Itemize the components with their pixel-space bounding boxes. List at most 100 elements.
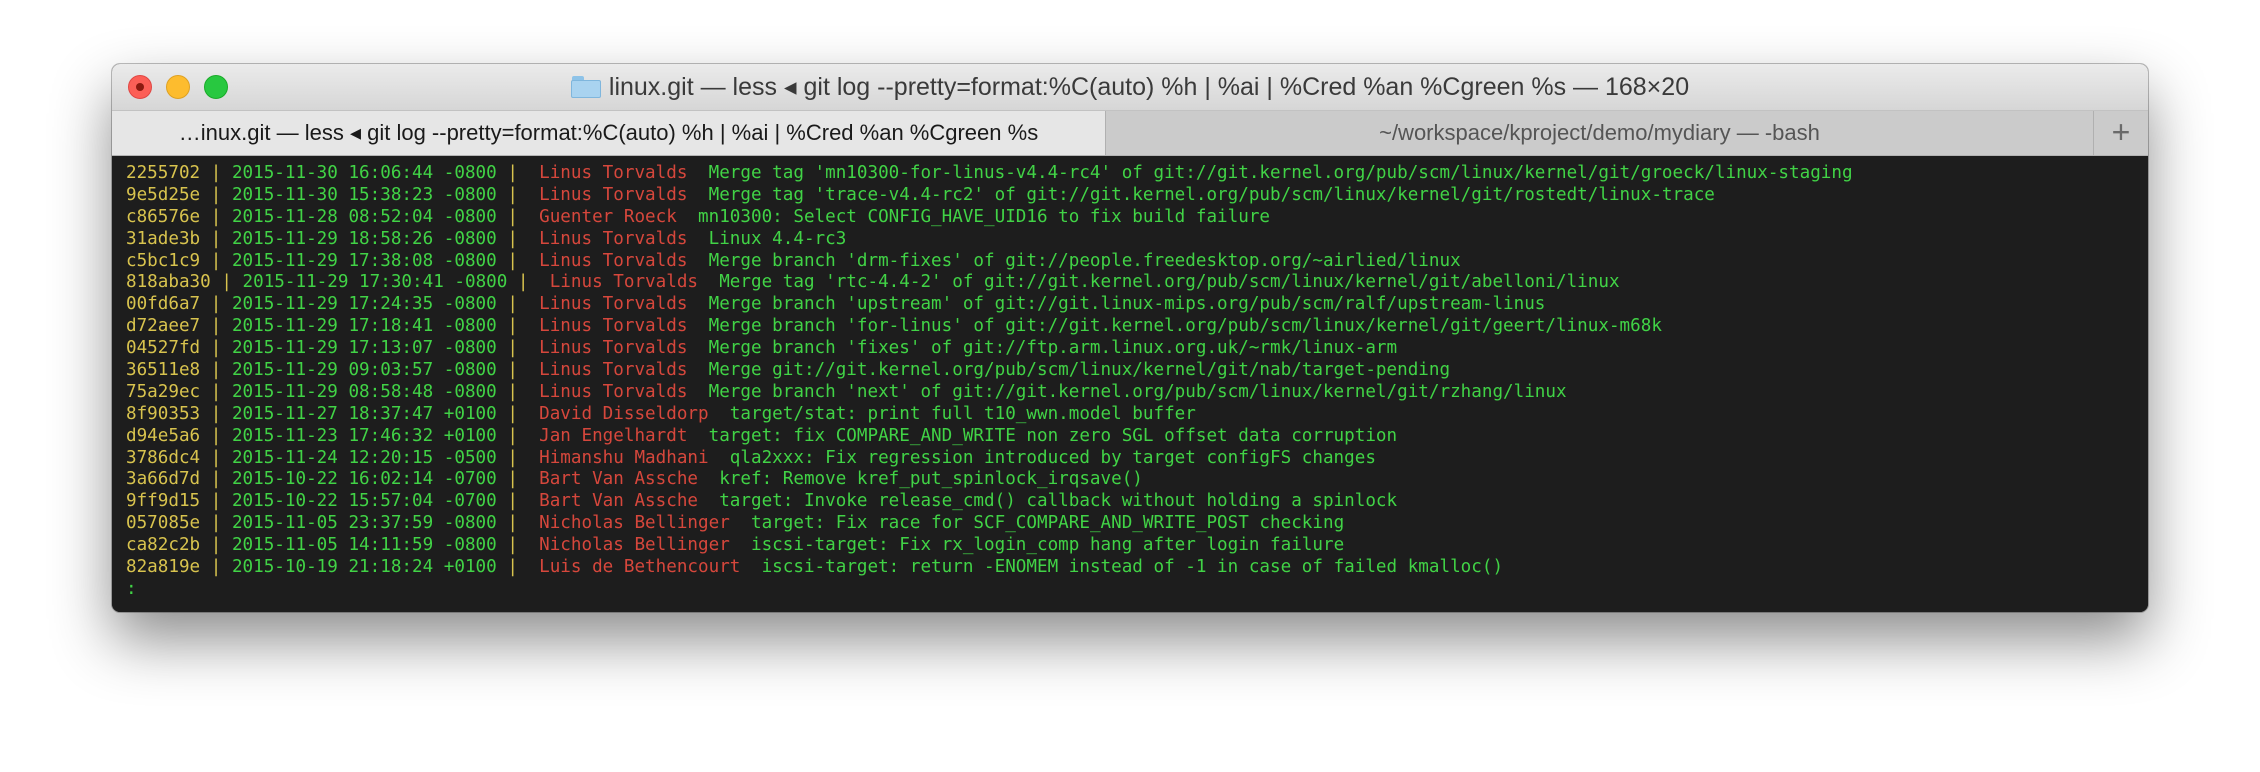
commit-date: 2015-11-27 18:37:47 +0100 bbox=[231, 403, 497, 424]
field-separator bbox=[709, 404, 730, 424]
commit-date: 2015-11-29 17:24:35 -0800 bbox=[231, 294, 497, 315]
log-line: 36511e8 | 2015-11-29 09:03:57 -0800 | Li… bbox=[126, 360, 2148, 382]
field-separator: | bbox=[496, 228, 540, 249]
window-title: linux.git — less ◂ git log --pretty=form… bbox=[112, 74, 2148, 100]
commit-hash: 00fd6a7 bbox=[126, 294, 201, 315]
field-separator bbox=[687, 338, 708, 358]
log-line: 818aba30 | 2015-11-29 17:30:41 -0800 | L… bbox=[126, 272, 2148, 294]
commit-date: 2015-10-19 21:18:24 +0100 bbox=[231, 557, 497, 578]
field-separator: | bbox=[200, 206, 232, 227]
commit-author: Guenter Roeck bbox=[539, 206, 677, 227]
commit-date: 2015-11-29 08:58:48 -0800 bbox=[231, 381, 497, 402]
field-separator bbox=[687, 163, 708, 183]
log-line: 3a66d7d | 2015-10-22 16:02:14 -0700 | Ba… bbox=[126, 469, 2148, 491]
commit-hash: 82a819e bbox=[126, 557, 201, 578]
field-separator: | bbox=[200, 294, 232, 315]
field-separator: | bbox=[496, 184, 540, 205]
tab-bash-mydiary[interactable]: ~/workspace/kproject/demo/mydiary — -bas… bbox=[1106, 111, 2094, 155]
commit-author: Linus Torvalds bbox=[539, 360, 688, 381]
field-separator: | bbox=[496, 447, 540, 468]
commit-hash: ca82c2b bbox=[126, 535, 201, 556]
field-separator: | bbox=[200, 381, 232, 402]
terminal-output[interactable]: 2255702 | 2015-11-30 16:06:44 -0800 | Li… bbox=[112, 156, 2148, 612]
field-separator: | bbox=[200, 535, 232, 556]
commit-hash: 04527fd bbox=[126, 338, 201, 359]
commit-hash: 3786dc4 bbox=[126, 447, 201, 468]
field-separator: | bbox=[496, 491, 540, 512]
commit-date: 2015-11-30 15:38:23 -0800 bbox=[231, 184, 497, 205]
field-separator: | bbox=[200, 250, 232, 271]
log-line: 00fd6a7 | 2015-11-29 17:24:35 -0800 | Li… bbox=[126, 294, 2148, 316]
field-separator: | bbox=[496, 403, 540, 424]
field-separator: | bbox=[200, 360, 232, 381]
commit-subject: Merge branch 'for-linus' of git://git.ke… bbox=[708, 316, 1662, 337]
commit-subject: Merge tag 'mn10300-for-linus-v4.4-rc4' o… bbox=[708, 163, 1853, 183]
commit-hash: 31ade3b bbox=[126, 228, 201, 249]
commit-subject: mn10300: Select CONFIG_HAVE_UID16 to fix… bbox=[698, 206, 1271, 227]
commit-date: 2015-11-29 09:03:57 -0800 bbox=[231, 360, 497, 381]
commit-date: 2015-11-28 08:52:04 -0800 bbox=[231, 206, 497, 227]
field-separator bbox=[740, 557, 761, 577]
new-tab-button[interactable]: + bbox=[2094, 111, 2148, 155]
commit-subject: target: fix COMPARE_AND_WRITE non zero S… bbox=[708, 425, 1398, 446]
field-separator bbox=[687, 294, 708, 314]
window-title-prefix: linux.git — less bbox=[608, 73, 778, 101]
log-line: 8f90353 | 2015-11-27 18:37:47 +0100 | Da… bbox=[126, 404, 2148, 426]
commit-date: 2015-11-23 17:46:32 +0100 bbox=[231, 425, 497, 446]
commit-hash: 9e5d25e bbox=[126, 184, 201, 205]
log-line: 057085e | 2015-11-05 23:37:59 -0800 | Ni… bbox=[126, 513, 2148, 535]
field-separator: | bbox=[496, 316, 540, 337]
field-separator: | bbox=[496, 163, 540, 183]
commit-subject: Merge branch 'fixes' of git://ftp.arm.li… bbox=[708, 338, 1398, 359]
commit-author: Jan Engelhardt bbox=[539, 425, 688, 446]
log-line: d72aee7 | 2015-11-29 17:18:41 -0800 | Li… bbox=[126, 316, 2148, 338]
field-separator bbox=[698, 469, 719, 489]
commit-author: Nicholas Bellinger bbox=[539, 513, 730, 534]
commit-date: 2015-10-22 16:02:14 -0700 bbox=[231, 469, 497, 490]
log-line: 9ff9d15 | 2015-10-22 15:57:04 -0700 | Ba… bbox=[126, 491, 2148, 513]
field-separator: | bbox=[200, 338, 232, 359]
commit-author: Linus Torvalds bbox=[549, 272, 699, 293]
window-title-command: git log --pretty=format:%C(auto) %h | %a… bbox=[803, 73, 1690, 101]
field-separator: | bbox=[200, 513, 232, 534]
field-separator bbox=[687, 229, 708, 249]
commit-hash: 36511e8 bbox=[126, 360, 201, 381]
commit-subject: Merge branch 'next' of git://git.kernel.… bbox=[708, 381, 1567, 402]
commit-date: 2015-11-24 12:20:15 -0500 bbox=[231, 447, 497, 468]
field-separator bbox=[687, 426, 708, 446]
field-separator: | bbox=[507, 272, 550, 293]
commit-subject: iscsi-target: Fix rx_login_comp hang aft… bbox=[750, 535, 1345, 556]
commit-author: Linus Torvalds bbox=[539, 163, 688, 183]
commit-date: 2015-11-05 23:37:59 -0800 bbox=[231, 513, 497, 534]
commit-author: Nicholas Bellinger bbox=[539, 535, 730, 556]
commit-author: Linus Torvalds bbox=[539, 228, 688, 249]
field-separator: | bbox=[496, 381, 540, 402]
field-separator bbox=[698, 491, 719, 511]
terminal-window: linux.git — less ◂ git log --pretty=form… bbox=[112, 64, 2148, 612]
commit-date: 2015-11-30 16:06:44 -0800 bbox=[231, 163, 497, 183]
log-line: d94e5a6 | 2015-11-23 17:46:32 +0100 | Ja… bbox=[126, 426, 2148, 448]
tab-bar: …inux.git — less ◂ git log --pretty=form… bbox=[112, 111, 2148, 156]
commit-author: Bart Van Assche bbox=[539, 491, 699, 512]
commit-author: Himanshu Madhani bbox=[539, 447, 709, 468]
title-bar: linux.git — less ◂ git log --pretty=form… bbox=[112, 64, 2148, 111]
log-line: c5bc1c9 | 2015-11-29 17:38:08 -0800 | Li… bbox=[126, 251, 2148, 273]
field-separator bbox=[730, 513, 751, 533]
commit-date: 2015-11-29 17:13:07 -0800 bbox=[231, 338, 497, 359]
commit-subject: Merge git://git.kernel.org/pub/scm/linux… bbox=[708, 360, 1451, 381]
less-prompt[interactable]: : bbox=[126, 579, 2148, 601]
field-separator bbox=[687, 382, 708, 402]
commit-hash: 75a29ec bbox=[126, 381, 201, 402]
field-separator: | bbox=[200, 316, 232, 337]
log-line: 2255702 | 2015-11-30 16:06:44 -0800 | Li… bbox=[126, 163, 2148, 185]
tab-less-git-log[interactable]: …inux.git — less ◂ git log --pretty=form… bbox=[112, 111, 1106, 155]
log-line: ca82c2b | 2015-11-05 14:11:59 -0800 | Ni… bbox=[126, 535, 2148, 557]
field-separator: | bbox=[210, 272, 243, 293]
commit-hash: 3a66d7d bbox=[126, 469, 201, 490]
field-separator bbox=[730, 535, 751, 555]
field-separator: | bbox=[496, 535, 540, 556]
commit-subject: target/stat: print full t10_wwn.model bu… bbox=[729, 403, 1196, 424]
log-line: 75a29ec | 2015-11-29 08:58:48 -0800 | Li… bbox=[126, 382, 2148, 404]
field-separator bbox=[677, 207, 698, 227]
field-separator bbox=[709, 448, 730, 468]
